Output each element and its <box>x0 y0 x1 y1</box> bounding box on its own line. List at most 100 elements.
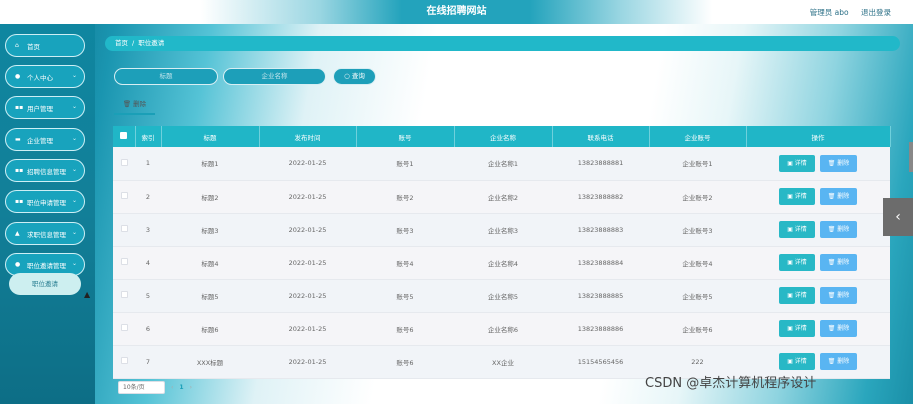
detail-button[interactable]: ▣ 详情 <box>779 188 815 205</box>
detail-button[interactable]: ▣ 详情 <box>779 287 815 304</box>
sidebar-item[interactable]: ▪▪ 职位申请管理 ⌄ <box>5 190 85 213</box>
delete-button[interactable]: 🗑 删除 <box>820 188 857 205</box>
table-header-row: 索引 标题 发布时间 账号 企业名称 联系电话 企业账号 操作 <box>113 126 891 147</box>
table-cell: 企业名称4 <box>454 246 552 280</box>
column-header: 联系电话 <box>552 126 650 147</box>
logout-link[interactable]: 退出登录 <box>861 8 891 17</box>
row-select-cell <box>113 246 135 280</box>
mouse-cursor-icon: ▲ <box>84 290 91 299</box>
delete-label: 删除 <box>837 325 850 332</box>
trash-icon: 🗑 <box>827 193 838 200</box>
sidebar-item-label: 首页 <box>27 42 40 51</box>
table-cell: 标题1 <box>161 147 259 181</box>
select-all-checkbox[interactable] <box>120 132 128 139</box>
detail-button[interactable]: ▣ 详情 <box>779 320 815 337</box>
row-select-cell <box>113 279 135 313</box>
breadcrumb: 首页 / 职位邀请 <box>105 36 900 51</box>
table-cell: 企业名称3 <box>454 213 552 247</box>
table-cell: 账号6 <box>356 312 454 346</box>
row-checkbox[interactable] <box>120 158 128 166</box>
detail-label: 详情 <box>794 159 807 167</box>
bulk-delete-button[interactable]: 🗑 删除 <box>114 99 155 115</box>
sidebar-item[interactable]: ▪▪ 招聘信息管理 ⌄ <box>5 159 85 182</box>
sidebar-item-label: 招聘信息管理 <box>27 167 66 176</box>
detail-label: 详情 <box>794 292 807 299</box>
delete-label: 删除 <box>837 259 850 266</box>
title-search-input[interactable]: 标题 <box>114 68 218 85</box>
table-cell: 4 <box>135 246 161 280</box>
delete-label: 删除 <box>837 226 850 233</box>
trash-icon: 🗑 <box>827 325 838 332</box>
detail-button[interactable]: ▣ 详情 <box>779 353 815 370</box>
delete-button[interactable]: 🗑 删除 <box>820 287 857 304</box>
row-checkbox[interactable] <box>120 225 128 232</box>
sidebar-item-label: 职位邀请管理 <box>27 261 66 270</box>
table-row: 3 标题3 2022-01-25 账号3 企业名称3 13823888883 企业账号3 ▣ … <box>113 213 890 247</box>
table-cell: 企业名称2 <box>454 180 552 214</box>
detail-button[interactable]: ▣ 详情 <box>779 154 815 172</box>
prev-page-icon[interactable]: ‹ <box>171 384 173 391</box>
row-checkbox[interactable] <box>120 324 128 331</box>
breadcrumb-home[interactable]: 首页 <box>115 39 128 47</box>
page-number[interactable]: 1 <box>179 384 183 391</box>
delete-button[interactable]: 🗑 删除 <box>820 353 857 370</box>
row-actions: ▣ 详情 🗑 删除 <box>746 180 890 214</box>
detail-label: 详情 <box>794 259 807 266</box>
sidebar-subitem-job-invite[interactable]: 职位邀请 <box>9 273 81 295</box>
table-cell: 2022-01-25 <box>259 312 356 346</box>
sidebar-item[interactable]: ● 个人中心 ⌄ <box>5 65 85 88</box>
chevron-down-icon: ⌄ <box>72 229 78 236</box>
page-size-select[interactable]: 10条/页 <box>118 381 165 394</box>
table-cell: 2022-01-25 <box>259 147 356 181</box>
row-select-cell <box>113 180 135 214</box>
search-button[interactable]: ○ 查询 <box>333 68 376 85</box>
table-cell: 账号1 <box>356 147 454 181</box>
detail-icon: ▣ <box>787 259 795 266</box>
row-checkbox[interactable] <box>120 258 128 265</box>
chevron-down-icon: ⌄ <box>72 135 78 142</box>
sidebar-item[interactable]: ▪▪ 用户管理 ⌄ <box>5 96 85 119</box>
table-cell: 2022-01-25 <box>259 213 356 247</box>
table-cell: 标题3 <box>161 213 259 247</box>
site-title: 在线招聘网站 <box>426 6 487 17</box>
sidebar-item[interactable]: ⌂ 首页 <box>5 34 85 57</box>
table-cell: 标题2 <box>161 180 259 214</box>
chevron-down-icon: ⌄ <box>72 166 78 173</box>
detail-button[interactable]: ▣ 详情 <box>779 254 815 271</box>
grid-icon: ▪▪ <box>15 198 24 205</box>
detail-label: 详情 <box>794 226 807 233</box>
pagination: 10条/页 ‹ 1 › <box>118 381 198 394</box>
delete-button[interactable]: 🗑 删除 <box>820 254 857 271</box>
column-header: 企业账号 <box>649 126 747 147</box>
row-checkbox[interactable] <box>120 291 128 298</box>
chevron-down-icon: ⌄ <box>72 260 78 267</box>
row-actions: ▣ 详情 🗑 删除 <box>746 213 890 247</box>
company-search-input[interactable]: 企业名称 <box>223 68 326 85</box>
scrollbar[interactable] <box>909 142 913 172</box>
table-cell: 账号5 <box>356 279 454 313</box>
row-checkbox[interactable] <box>120 357 128 364</box>
delete-button[interactable]: 🗑 删除 <box>820 221 857 238</box>
table-cell: 企业账号4 <box>649 246 746 280</box>
table-row: 1 标题1 2022-01-25 账号1 企业名称1 13823888881 企业账号1 ▣ … <box>113 147 890 181</box>
detail-icon: ▣ <box>787 159 795 167</box>
trash-icon: 🗑 <box>827 292 838 299</box>
table-cell: 13823888882 <box>552 180 649 214</box>
chevron-left-icon[interactable]: ‹ <box>883 198 913 236</box>
delete-button[interactable]: 🗑 删除 <box>820 320 857 337</box>
user-icon: ● <box>15 73 21 80</box>
row-checkbox[interactable] <box>120 192 128 199</box>
delete-label: 删除 <box>837 292 850 299</box>
delete-button[interactable]: 🗑 删除 <box>820 154 857 172</box>
detail-button[interactable]: ▣ 详情 <box>779 221 815 238</box>
table-cell: 2022-01-25 <box>259 246 356 280</box>
sidebar-item[interactable]: ▬ 企业管理 ⌄ <box>5 128 85 151</box>
sidebar-item-label: 职位申请管理 <box>27 198 66 207</box>
detail-icon: ▣ <box>787 358 795 365</box>
next-page-icon[interactable]: › <box>190 384 192 391</box>
table-cell: 5 <box>135 279 161 313</box>
row-actions: ▣ 详情 🗑 删除 <box>746 246 890 280</box>
home-icon: ⌂ <box>15 42 19 49</box>
sidebar-item-label: 求职信息管理 <box>27 230 66 239</box>
sidebar-item[interactable]: ▲ 求职信息管理 ⌄ <box>5 222 85 245</box>
